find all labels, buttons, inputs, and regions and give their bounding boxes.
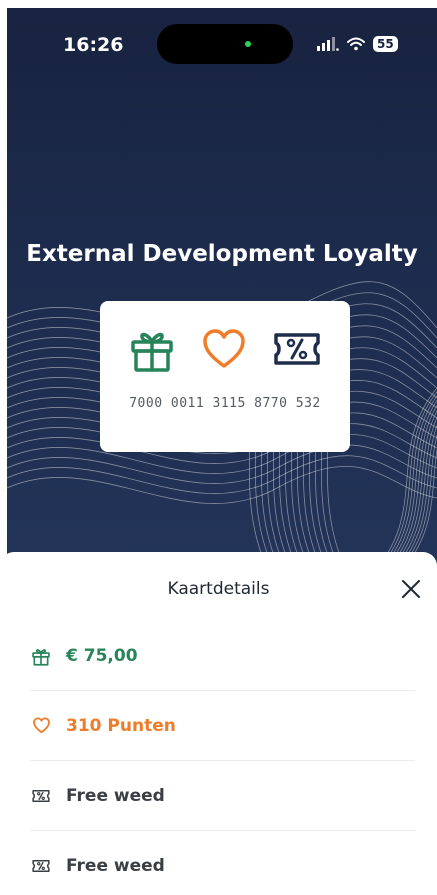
voucher-label: Free weed [66, 856, 165, 876]
dynamic-island [157, 24, 293, 64]
points-value: 310 Punten [66, 715, 176, 736]
voucher-label: Free weed [66, 785, 165, 806]
points-row[interactable]: 310 Punten [30, 691, 415, 761]
gift-icon [32, 648, 50, 666]
heart-icon [32, 717, 50, 734]
voucher-row[interactable]: Free weed [30, 761, 415, 831]
close-icon[interactable] [400, 578, 422, 600]
discount-ticket-icon [32, 860, 50, 872]
discount-ticket-icon [274, 333, 320, 365]
sheet-title: Kaartdetails [167, 579, 270, 599]
signal-icon [317, 37, 339, 51]
decorative-wave-lines [7, 281, 437, 568]
hero-background: 16:26 55 External Development Loyalty 70… [7, 8, 437, 568]
status-time: 16:26 [63, 34, 124, 56]
loyalty-card[interactable]: 7000 0011 3115 8770 532 [100, 301, 350, 452]
program-title: External Development Loyalty [26, 241, 418, 267]
card-number: 7000 0011 3115 8770 532 [129, 396, 321, 411]
balance-value: € 75,00 [66, 645, 138, 666]
wifi-icon [347, 37, 365, 51]
status-icons: 55 [317, 34, 398, 54]
camera-indicator-dot [245, 41, 251, 47]
card-details-sheet: Kaartdetails € 75,00 310 Punten Free wee… [0, 552, 437, 895]
status-bar: 16:26 55 [7, 8, 437, 84]
card-icons [128, 325, 322, 373]
balance-row[interactable]: € 75,00 [30, 621, 415, 691]
voucher-row[interactable]: Free weed [30, 831, 415, 895]
discount-ticket-icon [32, 789, 50, 802]
heart-icon [203, 329, 245, 368]
battery-icon: 55 [373, 36, 398, 52]
gift-icon [131, 332, 173, 372]
